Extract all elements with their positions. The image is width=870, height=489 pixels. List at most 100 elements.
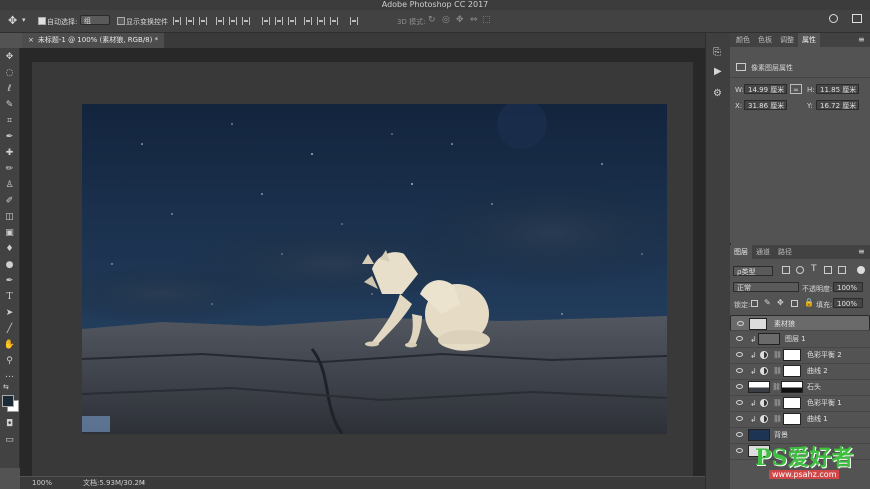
lasso-tool-icon[interactable]: ℓ — [3, 83, 16, 96]
lock-position-icon[interactable]: ✥ — [777, 298, 784, 307]
auto-select-dropdown[interactable]: 组 — [80, 15, 110, 25]
dodge-tool-icon[interactable]: ● — [3, 259, 16, 272]
layer-row[interactable]: ↲ ⛓ 色彩平衡 1 — [730, 395, 870, 412]
brush-tool-icon[interactable]: ✏ — [3, 163, 16, 176]
layer-row[interactable]: ↲ ⛓ 色彩平衡 2 — [730, 347, 870, 364]
tab-paths[interactable]: 路径 — [774, 245, 796, 259]
distribute-bottom-icon[interactable] — [288, 17, 296, 25]
marquee-tool-icon[interactable]: ◌ — [3, 67, 16, 80]
eraser-tool-icon[interactable]: ◫ — [3, 211, 16, 224]
mask-link-icon[interactable]: ⛓ — [773, 399, 782, 407]
dropdown-arrow-icon[interactable]: ▾ — [22, 16, 26, 24]
tab-adjustments[interactable]: 调整 — [776, 33, 798, 47]
3d-roll-icon[interactable]: ◎ — [442, 15, 450, 25]
workspace-icon[interactable] — [852, 14, 862, 23]
show-transform-checkbox[interactable] — [117, 17, 125, 25]
visibility-eye-icon[interactable] — [736, 400, 743, 405]
zoom-level[interactable]: 100% — [32, 477, 52, 489]
mask-link-icon[interactable]: ⛓ — [773, 351, 782, 359]
align-left-icon[interactable] — [216, 17, 224, 25]
zoom-tool-icon[interactable]: ⚲ — [3, 355, 16, 368]
visibility-eye-icon[interactable] — [736, 368, 743, 373]
layer-row[interactable]: 素材狼 — [730, 315, 870, 331]
visibility-eye-icon[interactable] — [736, 432, 743, 437]
search-icon[interactable] — [829, 14, 838, 23]
distribute-top-icon[interactable] — [262, 17, 270, 25]
healing-brush-tool-icon[interactable]: ✚ — [3, 147, 16, 160]
distribute-right-icon[interactable] — [330, 17, 338, 25]
history-panel-icon[interactable]: ⎘ — [713, 47, 721, 58]
layer-row[interactable]: 背景 — [730, 427, 870, 444]
blend-mode-dropdown[interactable]: 正常 — [733, 282, 799, 292]
move-tool-icon[interactable]: ✥ — [8, 14, 17, 27]
tab-properties[interactable]: 属性 — [798, 33, 820, 47]
brush-settings-icon[interactable]: ⚙ — [713, 88, 722, 99]
y-field[interactable]: 16.72 厘米 — [816, 100, 859, 110]
3d-rotate-icon[interactable]: ↻ — [428, 15, 436, 25]
quick-select-tool-icon[interactable]: ✎ — [3, 99, 16, 112]
align-vcenter-icon[interactable] — [186, 17, 194, 25]
align-right-icon[interactable] — [242, 17, 250, 25]
link-dimensions-icon[interactable]: ∞ — [790, 84, 802, 94]
3d-slide-icon[interactable]: ⇔ — [470, 15, 478, 25]
quick-mask-icon[interactable]: ◘ — [3, 418, 16, 431]
width-field[interactable]: 14.99 厘米 — [744, 84, 787, 94]
auto-select-checkbox[interactable] — [38, 17, 46, 25]
3d-drag-icon[interactable]: ✥ — [456, 15, 464, 25]
lock-artboard-icon[interactable] — [791, 300, 798, 307]
tab-channels[interactable]: 通道 — [752, 245, 774, 259]
screen-mode-icon[interactable]: ▭ — [3, 434, 16, 447]
visibility-eye-icon[interactable] — [737, 321, 744, 326]
visibility-eye-icon[interactable] — [736, 448, 743, 453]
document-size[interactable]: 文档:5.93M/30.2M — [83, 477, 145, 489]
document-tab[interactable]: × 未标题-1 @ 100% (素材狼, RGB/8) * — [22, 33, 165, 48]
distribute-left-icon[interactable] — [304, 17, 312, 25]
actions-panel-icon[interactable]: ▶ — [714, 66, 722, 77]
visibility-eye-icon[interactable] — [736, 352, 743, 357]
type-tool-icon[interactable]: T — [3, 291, 16, 304]
blur-tool-icon[interactable]: ♦ — [3, 243, 16, 256]
pen-tool-icon[interactable]: ✒ — [3, 275, 16, 288]
visibility-eye-icon[interactable] — [736, 384, 743, 389]
auto-align-icon[interactable] — [350, 17, 358, 25]
close-icon[interactable]: × — [28, 36, 34, 44]
gradient-tool-icon[interactable]: ▣ — [3, 227, 16, 240]
mask-link-icon[interactable]: ⛓ — [773, 367, 782, 375]
filter-adjust-icon[interactable] — [796, 266, 804, 274]
layer-row[interactable]: ↲ 图层 1 — [730, 331, 870, 348]
line-tool-icon[interactable]: ╱ — [3, 323, 16, 336]
tab-layers[interactable]: 图层 — [730, 245, 752, 259]
opacity-field[interactable]: 100% — [833, 282, 863, 292]
align-hcenter-icon[interactable] — [229, 17, 237, 25]
mask-link-icon[interactable]: ⛓ — [772, 383, 781, 391]
lock-all-icon[interactable]: 🔒 — [804, 298, 814, 307]
move-tool-icon[interactable]: ✥ — [3, 51, 16, 64]
panel-menu-icon[interactable]: ≡ — [858, 35, 865, 44]
fill-field[interactable]: 100% — [833, 298, 863, 308]
filter-toggle[interactable] — [857, 266, 865, 274]
align-top-icon[interactable] — [173, 17, 181, 25]
distribute-vcenter-icon[interactable] — [275, 17, 283, 25]
panel-menu-icon[interactable]: ≡ — [858, 247, 865, 256]
height-field[interactable]: 11.85 厘米 — [816, 84, 859, 94]
hand-tool-icon[interactable]: ✋ — [3, 339, 16, 352]
tab-swatches[interactable]: 色板 — [754, 33, 776, 47]
filter-type-icon[interactable]: T — [811, 264, 817, 274]
visibility-eye-icon[interactable] — [736, 336, 743, 341]
x-field[interactable]: 31.86 厘米 — [744, 100, 787, 110]
more-tools-icon[interactable]: … — [3, 369, 16, 382]
filter-shape-icon[interactable] — [824, 266, 832, 274]
path-select-tool-icon[interactable]: ➤ — [3, 307, 16, 320]
crop-tool-icon[interactable]: ⌗ — [3, 115, 16, 128]
tab-color[interactable]: 颜色 — [732, 33, 754, 47]
layer-row[interactable]: ⛓ 石头 — [730, 379, 870, 396]
lock-image-icon[interactable]: ✎ — [764, 298, 771, 307]
align-bottom-icon[interactable] — [199, 17, 207, 25]
distribute-hcenter-icon[interactable] — [317, 17, 325, 25]
lock-transparent-icon[interactable] — [751, 300, 758, 307]
filter-smart-icon[interactable] — [838, 266, 846, 274]
filter-pixel-icon[interactable] — [782, 266, 790, 274]
document-canvas[interactable] — [82, 104, 667, 434]
layer-row[interactable]: ↲ ⛓ 曲线 1 — [730, 411, 870, 428]
mask-link-icon[interactable]: ⛓ — [773, 415, 782, 423]
